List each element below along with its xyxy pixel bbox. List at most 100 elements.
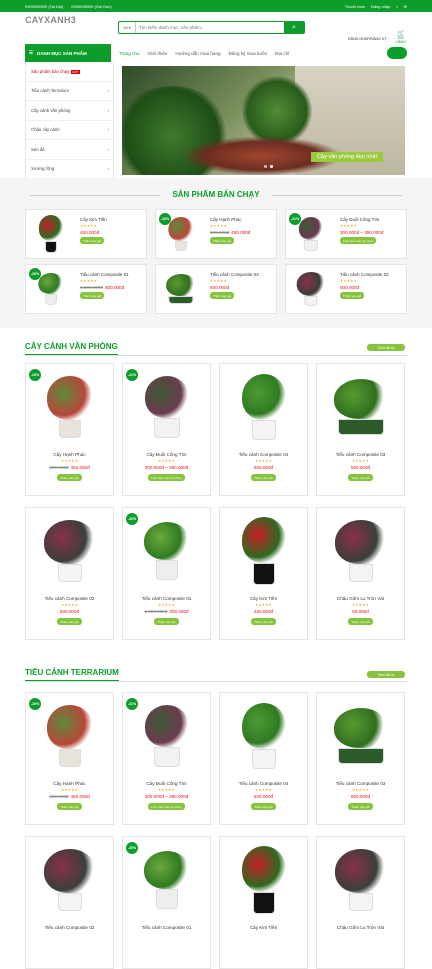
product-name[interactable]: Cây Kim Tiền [220,925,307,930]
account-link[interactable]: ĐĂNG NHẬP/ĐĂNG KÝ [348,37,387,41]
product-image[interactable] [240,374,288,440]
product-name[interactable]: Tiểu cảnh Composite 03 [210,272,274,277]
product-image[interactable] [240,703,288,769]
category-item[interactable]: Tiểu cảnh Terrarium › [26,82,113,101]
add-to-cart-button[interactable]: Thêm vào giỏ [80,237,105,244]
product-image[interactable] [45,705,95,767]
product-image[interactable] [42,520,98,582]
add-to-cart-button[interactable]: Thêm vào giỏ [57,474,82,481]
product-image[interactable] [333,849,389,911]
product-name[interactable]: Tiểu cảnh Composite 01 [123,925,210,930]
search-button[interactable]: ⌕ [284,22,304,33]
twitter-icon[interactable]: ✉ [404,4,407,9]
category-item[interactable]: Sản phẩm bán chạy HOT [26,62,113,82]
add-to-cart-button[interactable]: Thêm vào giỏ [340,292,365,299]
nav-item-guide[interactable]: Hướng dẫn mua hàng [175,51,220,56]
search-category-select[interactable]: All ▾ [119,22,136,33]
product-image[interactable] [42,849,98,911]
chevron-right-icon: › [107,146,109,152]
nav-menu: Trang chủ Giới thiệu Hướng dẫn mua hàng … [119,51,289,56]
category-menu-button[interactable]: ☰ DANH MỤC SẢN PHẨM [25,44,111,62]
product-image[interactable] [37,215,65,253]
product-image[interactable] [166,216,195,252]
add-to-cart-button[interactable]: Thêm vào giỏ [57,803,82,810]
bestseller-item: -10% Cây Hạnh Phúc ★★★★★ 500.000đ 450.000… [155,209,277,259]
office-section-title[interactable]: CÂY CẢNH VĂN PHÒNG [25,342,118,355]
product-image[interactable] [295,271,328,307]
product-name[interactable]: Cây Hạnh Phúc [26,452,113,457]
product-image[interactable] [333,520,389,582]
add-to-cart-button[interactable]: Thêm vào giỏ [251,474,276,481]
add-to-cart-button[interactable]: Thêm vào giỏ [80,292,105,299]
product-name[interactable]: Tiểu cảnh Composite 04 [220,781,307,786]
add-to-cart-button[interactable]: Thêm vào giỏ [348,474,373,481]
product-name[interactable]: Cây Đuôi Công Tím [123,452,210,457]
add-to-cart-button[interactable]: Thêm vào giỏ [210,292,235,299]
product-name[interactable]: Tiểu cảnh Composite 02 [26,925,113,930]
product-name[interactable]: Cây Kim Tiền [220,596,307,601]
product-image[interactable] [143,376,191,438]
terrarium-viewall-button[interactable]: Xem tất cả [367,671,405,678]
add-to-cart-button[interactable]: Lựa chọn các tùy chọn [340,237,377,244]
add-to-cart-button[interactable]: Thêm vào giỏ [210,237,235,244]
product-name[interactable]: Tiểu cảnh Composite 04 [220,452,307,457]
add-to-cart-button[interactable]: Thêm vào giỏ [154,618,179,625]
bestseller-item: Cây Kim Tiền ★★★★★ 450.000đ Thêm vào giỏ [25,209,147,259]
add-to-cart-button[interactable]: Thêm vào giỏ [348,618,373,625]
product-image[interactable] [240,846,288,914]
product-name[interactable]: Cây Kim Tiền [80,217,144,222]
search-bar: All ▾ Tìm kiếm danh mục, sản phẩm... ⌕ [118,21,305,34]
nav-item-address[interactable]: Địa chỉ [275,51,289,56]
product-name[interactable]: Cây Hạnh Phúc [26,781,113,786]
product-image[interactable] [36,273,65,305]
product-image[interactable] [142,522,192,580]
cart-button[interactable]: 🛒 GIỎ HÀNG [393,31,409,44]
office-viewall-button[interactable]: Xem tất cả [367,344,405,351]
facebook-icon[interactable]: f [397,4,398,9]
product-image[interactable] [143,705,191,767]
product-name[interactable]: Tiểu cảnh Composite 02 [340,272,404,277]
hero-tag[interactable]: Cây văn phòng đẹp nhất [311,152,383,162]
terrarium-section-title[interactable]: TIỂU CẢNH TERRARIUM [25,668,119,681]
category-item[interactable]: Xương rồng › [26,160,113,179]
hero-banner[interactable]: Cây văn phòng đẹp nhất [122,66,405,175]
hotline-hanoi[interactable]: 0909098909 (Hà Nội) [25,4,63,9]
add-to-cart-button[interactable]: Thêm vào giỏ [348,803,373,810]
nav-item-about[interactable]: Giới thiệu [148,51,168,56]
site-logo[interactable]: CAYXANH3 [25,15,76,25]
rating-stars: ★★★★★ [60,459,79,463]
checkout-link[interactable]: Thanh toán [345,4,365,9]
add-to-cart-button[interactable]: Thêm vào giỏ [251,618,276,625]
product-image[interactable] [332,379,390,435]
product-name[interactable]: Tiểu cảnh Composite 03 [317,781,404,786]
product-name[interactable]: Chậu Gốm Lu Tròn Vát [317,925,404,930]
add-to-cart-button[interactable]: Thêm vào giỏ [57,618,82,625]
product-image[interactable] [332,708,390,764]
product-name[interactable]: Tiểu cảnh Composite 01 [123,596,210,601]
nav-item-home[interactable]: Trang chủ [119,51,140,56]
product-image[interactable] [164,273,198,305]
search-input[interactable]: Tìm kiếm danh mục, sản phẩm... [136,22,284,33]
add-to-cart-button[interactable]: Lựa chọn các tùy chọn [148,803,185,810]
product-name[interactable]: Chậu Gốm Lu Tròn Vát [317,596,404,601]
nav-pill-button[interactable] [387,47,407,59]
product-name[interactable]: Cây Hạnh Phúc [210,217,274,222]
add-to-cart-button[interactable]: Lựa chọn các tùy chọn [148,474,185,481]
product-name[interactable]: Tiểu cảnh Composite 01 [80,272,144,277]
product-image[interactable] [240,517,288,585]
product-name[interactable]: Cây Đuôi Công Tím [340,217,404,222]
category-item[interactable]: Sen đá › [26,140,113,160]
category-item[interactable]: Chậu cây cảnh › [26,121,113,140]
signin-link[interactable]: Đăng nhập [371,4,391,9]
product-image[interactable] [142,851,192,909]
product-image[interactable] [45,376,95,438]
slider-dots[interactable] [263,165,273,168]
category-item[interactable]: Cây cảnh văn phòng › [26,101,113,121]
add-to-cart-button[interactable]: Thêm vào giỏ [251,803,276,810]
hotline-saigon[interactable]: 0909098909 (Sài Gòn) [71,4,111,9]
product-name[interactable]: Cây Đuôi Công Tím [123,781,210,786]
product-name[interactable]: Tiểu cảnh Composite 03 [317,452,404,457]
product-name[interactable]: Tiểu cảnh Composite 02 [26,596,113,601]
nav-item-wholesale[interactable]: Đăng ký mua buôn [229,51,268,56]
product-image[interactable] [297,216,325,252]
